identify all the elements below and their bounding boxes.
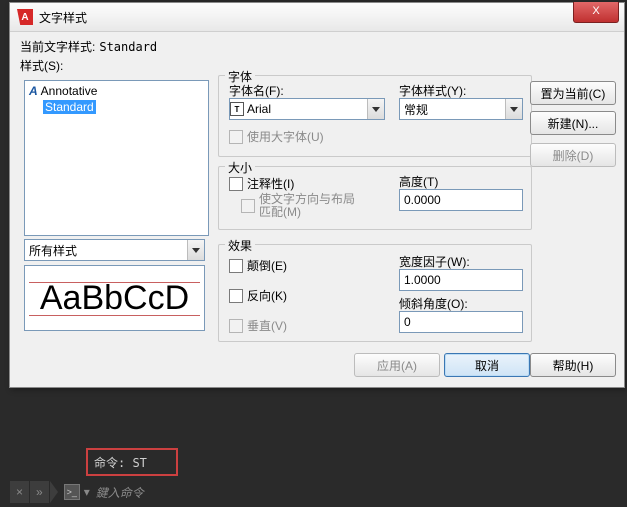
chevron-down-icon bbox=[367, 99, 384, 119]
styles-label-row: 样式(S): bbox=[20, 57, 614, 74]
height-label: 高度(T) bbox=[399, 173, 438, 190]
cmdbar-expand[interactable]: » bbox=[30, 481, 49, 503]
text-style-dialog: A 文字样式 X 当前文字样式: Standard 样式(S): A Annot… bbox=[9, 2, 625, 388]
height-field[interactable]: 0.0000 bbox=[399, 189, 523, 211]
list-item[interactable]: Standard bbox=[27, 99, 206, 115]
current-style-row: 当前文字样式: Standard bbox=[20, 38, 614, 55]
terminal-icon: >_ bbox=[64, 484, 80, 500]
annotative-label: 注释性(I) bbox=[247, 175, 294, 192]
app-icon: A bbox=[17, 9, 33, 25]
effects-group-legend: 效果 bbox=[225, 237, 255, 254]
close-button[interactable]: X bbox=[573, 2, 619, 23]
styles-label: 样式(S): bbox=[20, 57, 63, 74]
size-group-legend: 大小 bbox=[225, 159, 255, 176]
command-bar[interactable]: × » >_ ▾ 鍵入命令 bbox=[10, 481, 610, 503]
titlebar: A 文字样式 X bbox=[10, 3, 624, 32]
help-button[interactable]: 帮助(H) bbox=[530, 353, 616, 377]
checkbox-box bbox=[229, 289, 243, 303]
oblique-label: 倾斜角度(O): bbox=[399, 295, 468, 312]
cmdbar-hint: 鍵入命令 bbox=[96, 484, 144, 501]
preview-text: AaBbCcD bbox=[40, 279, 189, 318]
height-value: 0.0000 bbox=[404, 193, 441, 207]
font-group: 字体 字体名(F): T Arial 字体样式(Y): 常规 使用大字体(U) bbox=[218, 75, 532, 157]
font-name-combo[interactable]: T Arial bbox=[229, 98, 385, 120]
backward-checkbox[interactable]: 反向(K) bbox=[229, 287, 287, 304]
cmdbar-arrow bbox=[50, 481, 58, 503]
vertical-label: 垂直(V) bbox=[247, 317, 287, 334]
upside-checkbox[interactable]: 颠倒(E) bbox=[229, 257, 287, 274]
oblique-value: 0 bbox=[404, 315, 411, 329]
effects-group: 效果 颠倒(E) 反向(K) 垂直(V) 宽度因子(W): 1.0000 倾斜角… bbox=[218, 244, 532, 342]
bigfont-label: 使用大字体(U) bbox=[247, 128, 324, 145]
delete-button: 删除(D) bbox=[530, 143, 616, 167]
checkbox-box bbox=[229, 319, 243, 333]
bigfont-checkbox: 使用大字体(U) bbox=[229, 128, 324, 145]
annotative-icon: A bbox=[29, 84, 38, 98]
chevron-down-icon bbox=[187, 240, 204, 260]
backward-label: 反向(K) bbox=[247, 287, 287, 304]
command-highlight: 命令: ST bbox=[86, 448, 178, 476]
checkbox-box bbox=[241, 199, 255, 213]
apply-button: 应用(A) bbox=[354, 353, 440, 377]
width-factor-label: 宽度因子(W): bbox=[399, 253, 470, 270]
checkbox-box bbox=[229, 177, 243, 191]
styles-listbox[interactable]: A Annotative Standard bbox=[24, 80, 209, 236]
cmdbar-close[interactable]: × bbox=[10, 481, 29, 503]
new-button[interactable]: 新建(N)... bbox=[530, 111, 616, 135]
width-factor-value: 1.0000 bbox=[404, 273, 441, 287]
current-style-label: 当前文字样式: bbox=[20, 38, 95, 55]
font-name-label: 字体名(F): bbox=[229, 82, 284, 99]
preview-box: AaBbCcD bbox=[24, 265, 205, 331]
all-styles-value: 所有样式 bbox=[25, 242, 187, 259]
font-style-combo[interactable]: 常规 bbox=[399, 98, 523, 120]
set-current-button[interactable]: 置为当前(C) bbox=[530, 81, 616, 105]
all-styles-combo[interactable]: 所有样式 bbox=[24, 239, 205, 261]
size-group: 大小 注释性(I) 使文字方向与布局 匹配(M) 高度(T) 0.0000 bbox=[218, 166, 532, 230]
oblique-field[interactable]: 0 bbox=[399, 311, 523, 333]
list-item-label: Standard bbox=[43, 100, 96, 114]
annotative-checkbox[interactable]: 注释性(I) bbox=[229, 175, 294, 192]
current-style-value: Standard bbox=[99, 40, 157, 54]
vertical-checkbox: 垂直(V) bbox=[229, 317, 287, 334]
truetype-icon: T bbox=[230, 102, 244, 116]
font-name-value: Arial bbox=[247, 102, 367, 116]
cancel-button[interactable]: 取消 bbox=[444, 353, 530, 377]
font-style-value: 常规 bbox=[400, 101, 505, 118]
list-item[interactable]: A Annotative bbox=[27, 83, 206, 99]
list-item-label: Annotative bbox=[41, 84, 98, 98]
dialog-title: 文字样式 bbox=[39, 9, 87, 26]
checkbox-box bbox=[229, 259, 243, 273]
chevron-down-icon bbox=[505, 99, 522, 119]
width-factor-field[interactable]: 1.0000 bbox=[399, 269, 523, 291]
font-style-label: 字体样式(Y): bbox=[399, 82, 466, 99]
paper-match-label: 使文字方向与布局 匹配(M) bbox=[259, 193, 355, 219]
paper-match-checkbox: 使文字方向与布局 匹配(M) bbox=[241, 193, 355, 219]
command-text: 命令: ST bbox=[94, 454, 147, 471]
upside-label: 颠倒(E) bbox=[247, 257, 287, 274]
checkbox-box bbox=[229, 130, 243, 144]
